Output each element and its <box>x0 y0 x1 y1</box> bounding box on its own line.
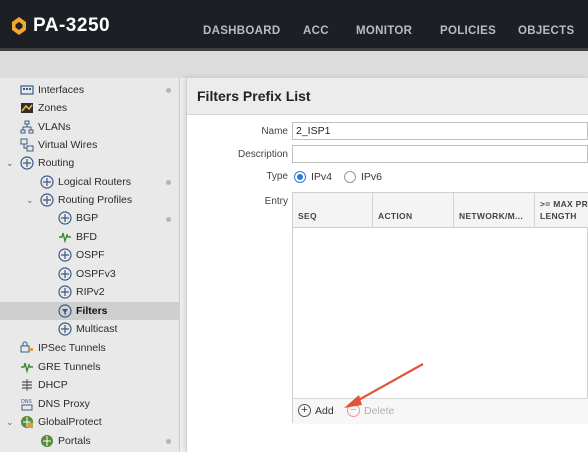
router-icon <box>40 175 54 189</box>
router-icon <box>58 211 72 225</box>
sidebar-item-interfaces[interactable]: Interfaces <box>20 81 84 99</box>
chevron-down-icon[interactable]: ⌄ <box>26 195 34 206</box>
vlans-icon <box>20 120 34 134</box>
sidebar-item-globalprotect[interactable]: GlobalProtect <box>20 413 102 431</box>
paloalto-logo-icon <box>12 17 26 35</box>
nav-acc[interactable]: ACC <box>303 25 329 37</box>
svg-text:DNS: DNS <box>21 399 32 405</box>
sidebar-item-bgp[interactable]: BGP <box>58 209 98 227</box>
sidebar-item-virtual-wires[interactable]: Virtual Wires <box>20 136 97 154</box>
router-icon <box>58 248 72 262</box>
globalprotect-icon <box>20 415 34 429</box>
sidebar-item-gre-tunnels[interactable]: GRE Tunnels <box>20 358 100 376</box>
table-header: SEQ ACTION NETWORK/M... >= MAX PR LENGTH <box>293 193 588 228</box>
ipsec-icon <box>20 341 34 355</box>
sidebar-item-ospf[interactable]: OSPF <box>58 246 105 264</box>
dialog-header: Filters Prefix List <box>187 78 588 115</box>
type-label: Type <box>266 171 288 182</box>
sidebar-item-bfd[interactable]: BFD <box>58 228 97 246</box>
entry-table: SEQ ACTION NETWORK/M... >= MAX PR LENGTH… <box>292 192 588 424</box>
sidebar-item-ripv2[interactable]: RIPv2 <box>58 283 105 301</box>
column-network-mask[interactable]: NETWORK/M... <box>454 193 535 228</box>
nav-objects[interactable]: OBJECTS <box>518 25 574 37</box>
delete-button[interactable]: − Delete <box>347 404 394 417</box>
sidebar-item-vlans[interactable]: VLANs <box>20 118 71 136</box>
zones-icon <box>20 101 34 115</box>
sidebar-item-routing-profiles[interactable]: Routing Profiles <box>40 191 132 209</box>
logo: PA-3250 <box>9 15 110 37</box>
dhcp-icon <box>20 378 34 392</box>
sidebar-item-multicast[interactable]: Multicast <box>58 320 117 338</box>
router-icon <box>58 267 72 281</box>
routing-icon <box>20 156 34 170</box>
table-footer: + Add − Delete <box>293 398 588 424</box>
delete-icon: − <box>347 404 360 417</box>
status-dot <box>166 439 171 444</box>
router-icon <box>58 285 72 299</box>
add-icon: + <box>298 404 311 417</box>
status-dot <box>166 217 171 222</box>
status-dot <box>166 180 171 185</box>
status-dot <box>166 88 171 93</box>
bfd-icon <box>58 230 72 244</box>
name-field[interactable]: 2_ISP1 <box>292 122 588 140</box>
chevron-down-icon[interactable]: ⌄ <box>6 417 14 428</box>
nav-policies[interactable]: POLICIES <box>440 25 496 37</box>
chevron-down-icon[interactable]: ⌄ <box>6 158 14 169</box>
sidebar-item-routing[interactable]: Routing <box>20 154 74 172</box>
sidebar-item-portals[interactable]: Portals <box>40 432 91 450</box>
portals-icon <box>40 434 54 448</box>
type-ipv4-radio[interactable]: IPv4 <box>294 171 332 183</box>
sidebar-item-ipsec-tunnels[interactable]: IPSec Tunnels <box>20 339 106 357</box>
column-action[interactable]: ACTION <box>373 193 454 228</box>
interfaces-icon <box>20 83 34 97</box>
column-max-prefix-length[interactable]: >= MAX PR LENGTH <box>535 193 588 228</box>
sub-header-band <box>0 51 588 78</box>
column-seq[interactable]: SEQ <box>293 193 373 228</box>
dialog-title: Filters Prefix List <box>197 88 311 104</box>
nav-monitor[interactable]: MONITOR <box>356 25 412 37</box>
description-field[interactable] <box>292 145 588 163</box>
sidebar-item-filters[interactable]: Filters <box>0 302 179 320</box>
add-button[interactable]: + Add <box>298 404 334 417</box>
sidebar-item-dns-proxy[interactable]: DNS DNS Proxy <box>20 395 90 413</box>
dns-proxy-icon: DNS <box>20 397 34 411</box>
sidebar: Interfaces Zones VLANs Virtual Wires ⌄ R… <box>0 78 180 452</box>
virtual-wires-icon <box>20 138 34 152</box>
filter-icon <box>58 304 72 318</box>
sidebar-item-ospfv3[interactable]: OSPFv3 <box>58 265 116 283</box>
router-icon <box>40 193 54 207</box>
radio-unselected-icon <box>344 171 356 183</box>
type-ipv6-radio[interactable]: IPv6 <box>344 171 382 183</box>
gre-icon <box>20 360 34 374</box>
device-name: PA-3250 <box>33 15 111 36</box>
name-label: Name <box>261 126 288 137</box>
sidebar-item-logical-routers[interactable]: Logical Routers <box>40 173 131 191</box>
entry-label: Entry <box>264 196 288 207</box>
description-label: Description <box>237 149 288 160</box>
top-navigation-bar: PA-3250 DASHBOARD ACC MONITOR POLICIES O… <box>0 0 588 48</box>
sidebar-item-dhcp[interactable]: DHCP <box>20 376 68 394</box>
sidebar-item-zones[interactable]: Zones <box>20 99 67 117</box>
nav-dashboard[interactable]: DASHBOARD <box>203 25 280 37</box>
router-icon <box>58 322 72 336</box>
radio-selected-icon <box>294 171 306 183</box>
